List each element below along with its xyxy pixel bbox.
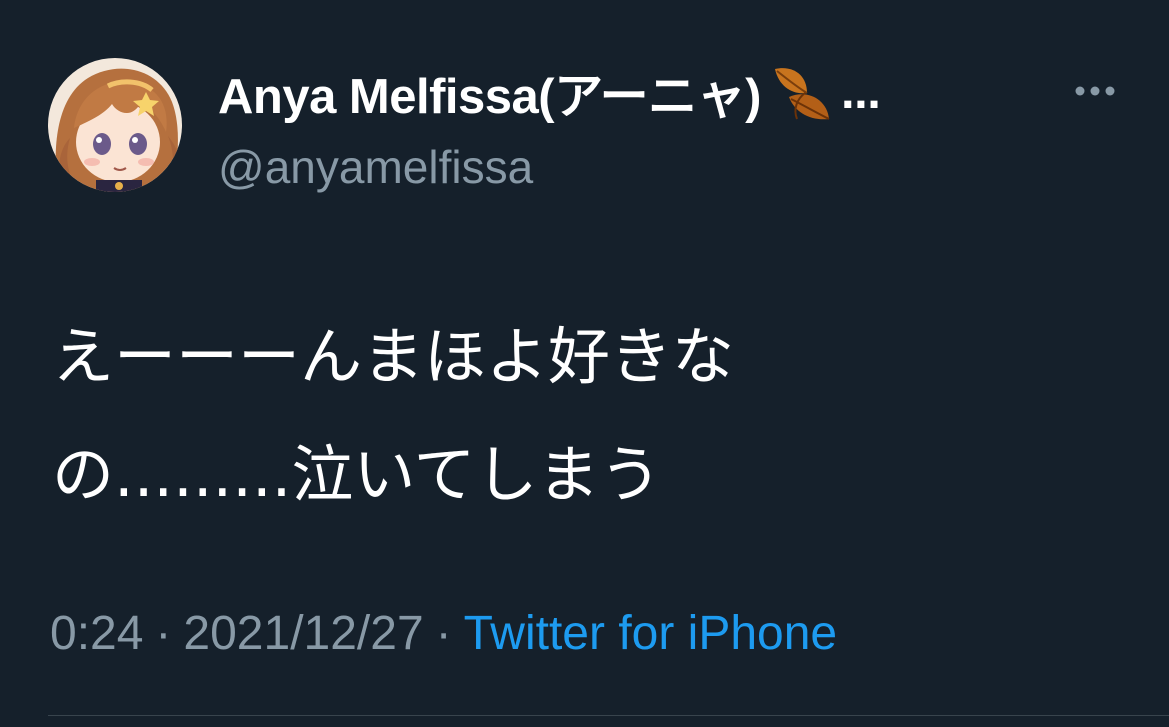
display-name-text: Anya Melfissa(アーニャ) — [218, 69, 762, 124]
tweet-source-link[interactable]: Twitter for iPhone — [464, 606, 838, 661]
tweet-date[interactable]: 2021/12/27 — [183, 606, 423, 661]
tweet-text-line-1: えーーーんまほよ好きな — [52, 320, 735, 393]
avatar-illustration — [48, 58, 182, 192]
display-name[interactable]: Anya Melfissa(アーニャ) ... — [218, 59, 881, 125]
tweet-time[interactable]: 0:24 — [50, 606, 143, 661]
user-handle[interactable]: @anyamelfissa — [218, 140, 533, 194]
avatar[interactable] — [48, 58, 182, 192]
separator: · — [435, 606, 452, 660]
name-truncation: ... — [841, 65, 881, 119]
separator: · — [155, 606, 172, 660]
tweet-meta: 0:24 · 2021/12/27 · Twitter for iPhone — [50, 598, 837, 668]
more-horizontal-icon[interactable] — [1068, 74, 1122, 108]
tweet-text-line-2: の.........泣いてしまう — [52, 438, 662, 511]
divider — [48, 715, 1169, 716]
tweet-text: えーーーんまほよ好きな の.........泣いてしまう — [52, 298, 1112, 534]
tweet: Anya Melfissa(アーニャ) ... @anyamelfissa えー… — [0, 0, 1169, 727]
fallen-leaf-icon — [767, 59, 833, 125]
